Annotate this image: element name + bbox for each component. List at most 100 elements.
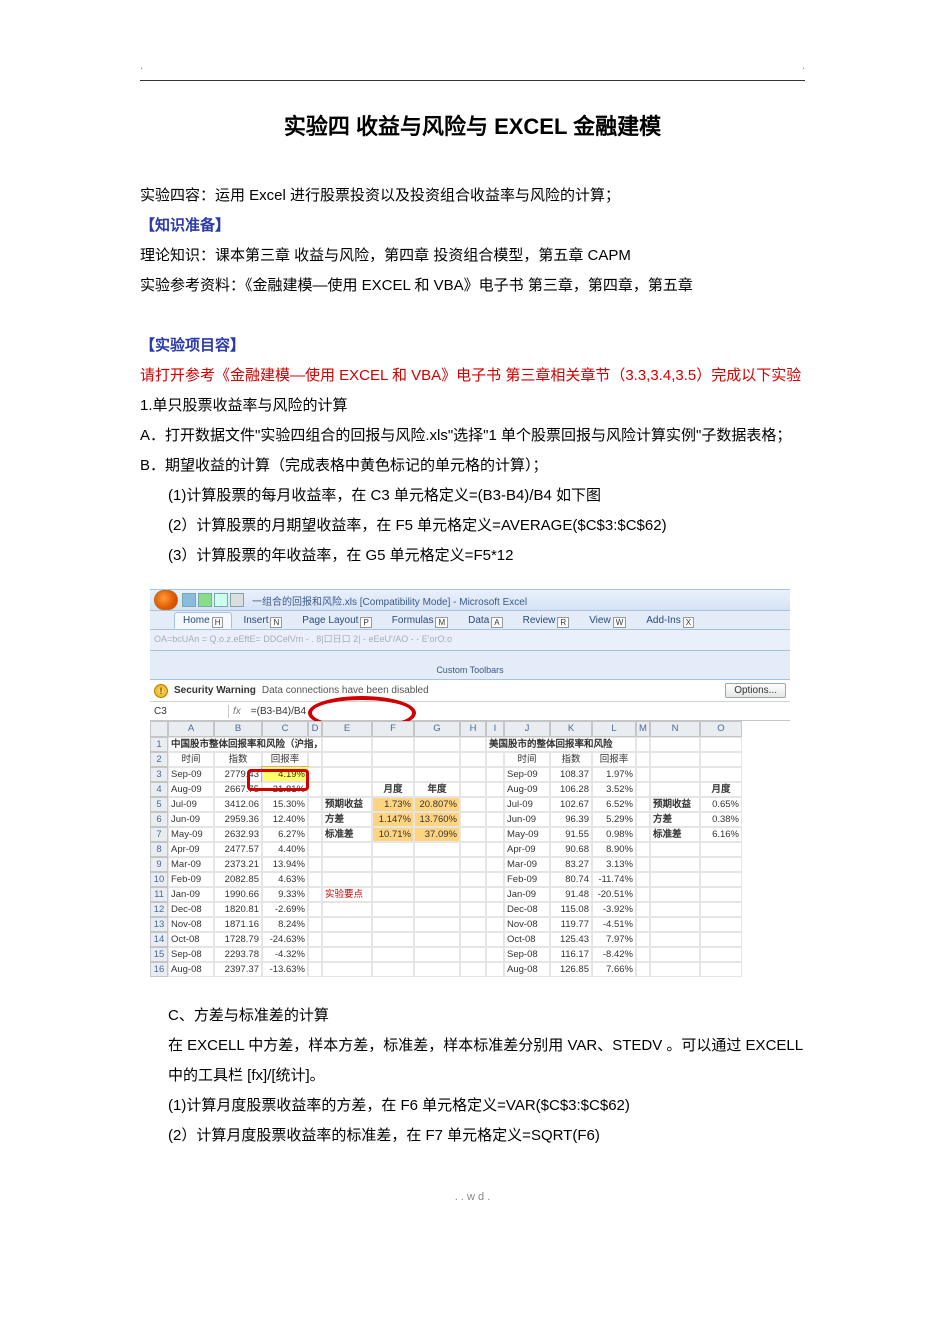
cell[interactable]: 96.39 [550,812,592,827]
cell[interactable]: Feb-09 [168,872,214,887]
cell[interactable] [636,902,650,917]
cell[interactable] [308,857,322,872]
cell[interactable]: -11.74% [592,872,636,887]
cell[interactable] [486,947,504,962]
cell[interactable] [414,917,460,932]
cell[interactable]: 1990.66 [214,887,262,902]
cell[interactable]: 回报率 [262,752,308,767]
cell[interactable]: Sep-09 [504,767,550,782]
cell[interactable] [308,827,322,842]
cell[interactable]: 方差 [322,812,372,827]
cell[interactable]: 1820.81 [214,902,262,917]
cell[interactable]: 102.67 [550,797,592,812]
cell[interactable] [636,752,650,767]
cell[interactable] [308,767,322,782]
cell[interactable]: Aug-09 [168,782,214,797]
cell[interactable]: Dec-08 [504,902,550,917]
cell[interactable] [460,872,486,887]
cell[interactable]: 指数 [550,752,592,767]
cell[interactable]: 2397.37 [214,962,262,977]
cell[interactable] [414,902,460,917]
cell[interactable] [700,872,742,887]
cell[interactable] [650,767,700,782]
cell[interactable] [650,917,700,932]
cell[interactable]: Jan-09 [504,887,550,902]
cell[interactable] [372,917,414,932]
cell[interactable]: D [308,721,322,737]
cell[interactable]: 6.27% [262,827,308,842]
cell[interactable]: 预期收益 [322,797,372,812]
cell[interactable] [486,887,504,902]
cell[interactable]: Jul-09 [168,797,214,812]
cell[interactable]: 6.52% [592,797,636,812]
cell[interactable]: 13 [150,917,168,932]
cell[interactable] [486,782,504,797]
cell[interactable]: C [262,721,308,737]
cell[interactable]: 2477.57 [214,842,262,857]
cell[interactable]: 90.68 [550,842,592,857]
cell[interactable] [308,917,322,932]
name-box[interactable]: C3 [150,705,229,718]
cell[interactable]: Aug-09 [504,782,550,797]
cell[interactable] [372,842,414,857]
cell[interactable]: A [168,721,214,737]
cell[interactable]: -4.51% [592,917,636,932]
cell[interactable]: Oct-08 [168,932,214,947]
cell[interactable]: 2779.43 [214,767,262,782]
cell[interactable]: 实验要点 [322,887,372,902]
cell[interactable] [700,932,742,947]
cell[interactable] [308,947,322,962]
cell[interactable]: 2632.93 [214,827,262,842]
cell[interactable]: 12.40% [262,812,308,827]
cell[interactable]: 年度 [414,782,460,797]
cell[interactable] [322,962,372,977]
cell[interactable] [460,902,486,917]
cell[interactable] [700,887,742,902]
cell[interactable]: Mar-09 [504,857,550,872]
cell[interactable] [308,872,322,887]
cell[interactable]: 119.77 [550,917,592,932]
cell[interactable]: 预期收益 [650,797,700,812]
cell[interactable]: 方差 [650,812,700,827]
cell[interactable]: Oct-08 [504,932,550,947]
cell[interactable]: 108.37 [550,767,592,782]
cell[interactable] [460,932,486,947]
cell[interactable]: Dec-08 [168,902,214,917]
cell[interactable]: 2 [150,752,168,767]
cell[interactable]: 106.28 [550,782,592,797]
cell[interactable] [460,797,486,812]
cell[interactable]: 13.94% [262,857,308,872]
cell[interactable]: 2293.78 [214,947,262,962]
cell[interactable] [650,857,700,872]
cell[interactable] [460,947,486,962]
cell[interactable] [322,782,372,797]
cell[interactable] [308,797,322,812]
cell[interactable] [308,782,322,797]
cell[interactable]: 9.33% [262,887,308,902]
cell[interactable]: Sep-08 [504,947,550,962]
cell[interactable] [460,767,486,782]
cell[interactable] [322,767,372,782]
cell[interactable]: 8 [150,842,168,857]
cell[interactable] [650,872,700,887]
cell[interactable]: 3412.06 [214,797,262,812]
options-button[interactable]: Options... [725,683,786,698]
cell[interactable]: Sep-08 [168,947,214,962]
cell[interactable]: 80.74 [550,872,592,887]
cell[interactable]: 2373.21 [214,857,262,872]
cell[interactable] [700,962,742,977]
cell[interactable] [322,947,372,962]
cell[interactable] [700,842,742,857]
qat-icon[interactable] [214,593,228,607]
cell[interactable]: L [592,721,636,737]
cell[interactable]: H [460,721,486,737]
tab-page-layout[interactable]: Page LayoutP [293,612,381,629]
cell[interactable]: 月度 [372,782,414,797]
cell[interactable]: -2.69% [262,902,308,917]
cell[interactable]: 4 [150,782,168,797]
cell[interactable] [486,857,504,872]
cell[interactable] [486,797,504,812]
cell[interactable] [414,842,460,857]
cell[interactable]: Jul-09 [504,797,550,812]
cell[interactable] [308,887,322,902]
